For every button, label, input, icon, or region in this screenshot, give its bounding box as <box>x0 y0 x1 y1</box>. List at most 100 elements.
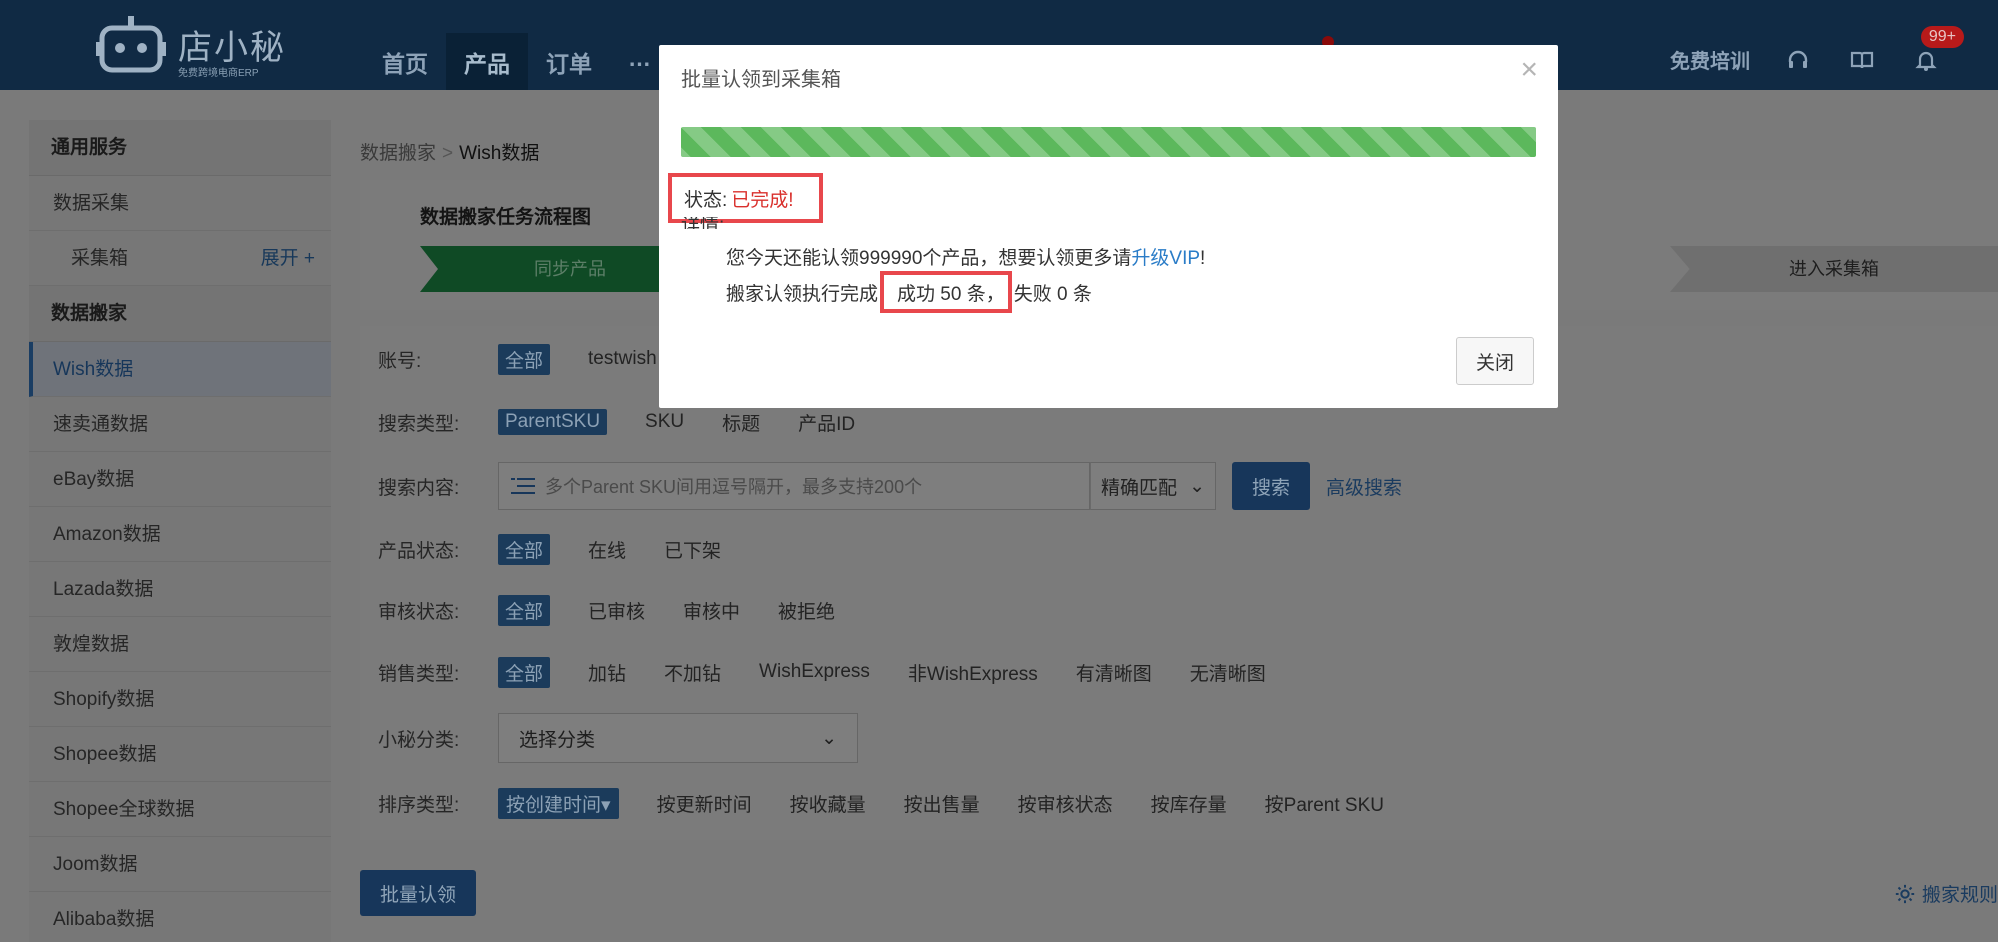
sidebar-item-data-collect[interactable]: 数据采集 <box>29 176 331 231</box>
category-label: 小秘分类: <box>378 729 460 751</box>
sidebar-item-aliexpress[interactable]: 速卖通数据 <box>29 397 331 452</box>
search-button[interactable]: 搜索 <box>1232 462 1310 510</box>
bell-icon[interactable] <box>1914 48 1938 72</box>
batch-claim-button[interactable]: 批量认领 <box>360 870 476 916</box>
match-mode-select[interactable]: 精确匹配 ⌄ <box>1090 462 1216 510</box>
sidebar-item-shopee-global[interactable]: Shopee全球数据 <box>29 782 331 837</box>
sidebar-section-data-move: 数据搬家 <box>29 286 331 342</box>
sidebar-item-alibaba[interactable]: Alibaba数据 <box>29 892 331 942</box>
sort-by-parent-sku[interactable]: 按Parent SKU <box>1265 790 1384 817</box>
sort-by-review-status[interactable]: 按审核状态 <box>1018 790 1113 817</box>
review-status-label: 审核状态: <box>378 601 460 623</box>
sidebar-item-lazada[interactable]: Lazada数据 <box>29 562 331 617</box>
review-status-approved[interactable]: 已审核 <box>588 597 645 624</box>
sidebar-item-ebay[interactable]: eBay数据 <box>29 452 331 507</box>
headset-icon[interactable] <box>1786 48 1810 72</box>
brand-name: 店小秘 <box>178 28 286 68</box>
search-type-product-id[interactable]: 产品ID <box>798 409 855 436</box>
search-input[interactable]: 多个Parent SKU间用逗号隔开，最多支持200个 <box>498 462 1090 510</box>
sales-type-diamond[interactable]: 加钻 <box>588 659 626 686</box>
status-highlight: 状态: 已完成! <box>668 173 823 223</box>
modal-title: 批量认领到采集箱 <box>681 69 841 91</box>
product-status-online[interactable]: 在线 <box>588 536 626 563</box>
move-rules-label: 搬家规则 <box>1921 885 1998 906</box>
search-type-sku[interactable]: SKU <box>645 411 684 433</box>
chevron-down-icon: ⌄ <box>821 727 837 749</box>
close-button[interactable]: 关闭 <box>1456 337 1534 385</box>
sort-row: 排序类型: 按创建时间▾ 按更新时间 按收藏量 按出售量 按审核状态 按库存量 … <box>378 787 1422 819</box>
status-value: 已完成! <box>731 189 794 211</box>
fail-count: 失败 0 条 <box>1013 283 1092 305</box>
nav-orders[interactable]: 订单 <box>528 33 610 90</box>
sort-by-updated[interactable]: 按更新时间 <box>657 790 752 817</box>
account-testwish-option[interactable]: testwish <box>588 348 657 370</box>
notification-badge: 99+ <box>1920 26 1964 48</box>
sidebar-item-dhgate[interactable]: 敦煌数据 <box>29 617 331 672</box>
batch-claim-modal: 批量认领到采集箱 × 状态: 已完成! 详情: 您今天还能认领999990个产品… <box>659 45 1558 408</box>
progress-fill <box>681 127 1536 157</box>
flow-step-enter-box: 进入采集箱 <box>1670 246 1998 292</box>
sales-type-no-diamond[interactable]: 不加钻 <box>664 659 721 686</box>
account-row: 账号: 全部 testwish <box>378 343 695 375</box>
search-type-parentsku[interactable]: ParentSKU <box>498 409 608 435</box>
review-status-row: 审核状态: 全部 已审核 审核中 被拒绝 <box>378 594 873 626</box>
search-content-row: 搜索内容: 多个Parent SKU间用逗号隔开，最多支持200个 精确匹配 ⌄… <box>378 462 1402 510</box>
sales-type-wishexpress[interactable]: WishExpress <box>759 661 870 683</box>
account-all-option[interactable]: 全部 <box>498 343 551 375</box>
review-status-rejected[interactable]: 被拒绝 <box>778 597 835 624</box>
category-select[interactable]: 选择分类 ⌄ <box>498 713 858 763</box>
sort-by-created[interactable]: 按创建时间▾ <box>498 787 619 819</box>
success-count-highlight: 成功 50 条， <box>880 271 1012 313</box>
gear-icon <box>1895 884 1915 903</box>
expand-toggle[interactable]: 展开 + <box>261 231 315 286</box>
result-message: 搬家认领执行完成 成功 50 条， 失败 0 条 <box>726 271 1092 313</box>
product-status-offline[interactable]: 已下架 <box>664 536 721 563</box>
match-mode-value: 精确匹配 <box>1101 477 1178 499</box>
sidebar-item-amazon[interactable]: Amazon数据 <box>29 507 331 562</box>
sidebar-item-shopee[interactable]: Shopee数据 <box>29 727 331 782</box>
logo[interactable]: 店小秘 免费跨境电商ERP <box>96 10 286 80</box>
sort-label: 排序类型: <box>378 794 460 816</box>
upgrade-vip-link[interactable]: 升级VIP <box>1131 248 1200 269</box>
sales-type-no-clear-image[interactable]: 无清晰图 <box>1190 659 1266 686</box>
breadcrumb-parent[interactable]: 数据搬家 <box>360 143 436 164</box>
detail-label: 详情: <box>681 217 725 229</box>
close-icon[interactable]: × <box>1520 55 1538 85</box>
sales-type-non-wishexpress[interactable]: 非WishExpress <box>908 659 1038 686</box>
main-nav: 首页 产品 订单 … <box>364 33 669 90</box>
sales-type-clear-image[interactable]: 有清晰图 <box>1076 659 1152 686</box>
flow-title: 数据搬家任务流程图 <box>420 207 592 228</box>
sidebar-item-joom[interactable]: Joom数据 <box>29 837 331 892</box>
review-status-all[interactable]: 全部 <box>498 594 551 626</box>
sort-by-stock[interactable]: 按库存量 <box>1151 790 1227 817</box>
sort-by-favorites[interactable]: 按收藏量 <box>790 790 866 817</box>
search-placeholder: 多个Parent SKU间用逗号隔开，最多支持200个 <box>545 477 923 497</box>
sidebar-item-collect-box[interactable]: 采集箱 展开 + <box>29 231 331 286</box>
status-label: 状态: <box>684 189 728 211</box>
category-row: 小秘分类: 选择分类 ⌄ <box>378 713 858 763</box>
product-status-all[interactable]: 全部 <box>498 533 551 565</box>
breadcrumb: 数据搬家 > Wish数据 <box>360 138 539 165</box>
nav-home[interactable]: 首页 <box>364 33 446 90</box>
nav-products[interactable]: 产品 <box>446 33 528 90</box>
search-type-title[interactable]: 标题 <box>722 409 760 436</box>
sort-by-sales[interactable]: 按出售量 <box>904 790 980 817</box>
search-type-row: 搜索类型: ParentSKU SKU 标题 产品ID <box>378 407 893 437</box>
sidebar-item-wish[interactable]: Wish数据 <box>29 342 331 397</box>
sort-by-created-label: 按创建时间 <box>506 794 602 816</box>
sales-type-label: 销售类型: <box>378 663 460 685</box>
book-icon[interactable] <box>1850 48 1874 72</box>
quota-message: 您今天还能认领999990个产品，想要认领更多请升级VIP! <box>726 243 1205 270</box>
collect-box-label: 采集箱 <box>71 248 129 269</box>
sales-type-row: 销售类型: 全部 加钻 不加钻 WishExpress 非WishExpress… <box>378 656 1304 688</box>
free-training-link[interactable]: 免费培训 <box>1670 45 1750 74</box>
sales-type-all[interactable]: 全部 <box>498 656 551 688</box>
move-rules-link[interactable]: 搬家规则 <box>1894 880 1998 907</box>
breadcrumb-separator: > <box>442 143 454 164</box>
product-status-label: 产品状态: <box>378 540 460 562</box>
caret-down-icon: ▾ <box>601 794 611 816</box>
search-type-label: 搜索类型: <box>378 413 460 435</box>
review-status-pending[interactable]: 审核中 <box>683 597 740 624</box>
advanced-search-link[interactable]: 高级搜索 <box>1326 473 1402 500</box>
sidebar-item-shopify[interactable]: Shopify数据 <box>29 672 331 727</box>
